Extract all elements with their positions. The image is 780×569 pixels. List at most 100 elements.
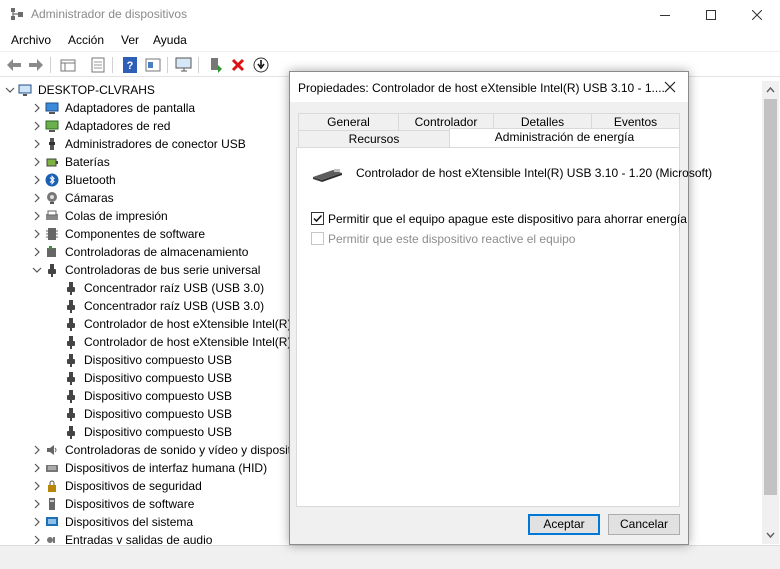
tree-row-concentrador-raiz-usb-usb-3-0-10[interactable]: Concentrador raíz USB (USB 3.0) — [0, 279, 290, 297]
uninstall-button[interactable] — [228, 55, 248, 75]
usb-plug-icon — [67, 372, 75, 385]
menu-ayuda[interactable]: Ayuda — [153, 33, 187, 47]
chevron-right-icon[interactable] — [32, 157, 42, 167]
chevron-right-icon[interactable] — [32, 175, 42, 185]
scan-hardware-button[interactable] — [174, 55, 194, 75]
toolbar-separator — [50, 57, 51, 73]
properties-sheet-button[interactable] — [88, 55, 108, 75]
status-bar — [0, 545, 780, 569]
tree-row-adaptadores-de-red-1[interactable]: Adaptadores de red — [0, 117, 290, 135]
dialog-title-bar: Propiedades: Controlador de host eXtensi… — [290, 72, 688, 102]
chevron-right-icon[interactable] — [32, 463, 42, 473]
tree-row-controladoras-de-bus-serie-universal-9[interactable]: Controladoras de bus serie universal — [0, 261, 290, 279]
chevron-right-icon[interactable] — [32, 193, 42, 203]
vertical-scrollbar[interactable] — [762, 81, 779, 544]
tree-row-componentes-de-software-7[interactable]: Componentes de software — [0, 225, 290, 243]
tree-row-dispositivo-compuesto-usb-14[interactable]: Dispositivo compuesto USB — [0, 351, 290, 369]
usb-plug-icon — [67, 390, 75, 403]
tab-general[interactable]: General — [298, 113, 399, 130]
tree-row-dispositivo-compuesto-usb-17[interactable]: Dispositivo compuesto USB — [0, 405, 290, 423]
tree-row-dispositivo-compuesto-usb-18[interactable]: Dispositivo compuesto USB — [0, 423, 290, 441]
tree-row-baterias-3[interactable]: Baterías — [0, 153, 290, 171]
toolbar-separator — [167, 57, 168, 73]
tree-item-label: Entradas y salidas de audio — [65, 533, 213, 544]
chevron-right-icon[interactable] — [32, 445, 42, 455]
chevron-right-icon[interactable] — [32, 481, 42, 491]
chevron-right-icon[interactable] — [32, 247, 42, 257]
tab-recursos[interactable]: Recursos — [298, 130, 450, 148]
chevron-right-icon[interactable] — [32, 103, 42, 113]
help-button[interactable]: ? — [120, 55, 140, 75]
tab-administracion-energia[interactable]: Administración de energía — [449, 128, 680, 147]
tree-item-label: Colas de impresión — [65, 209, 168, 223]
tree-row-dispositivo-compuesto-usb-15[interactable]: Dispositivo compuesto USB — [0, 369, 290, 387]
toolbar-separator — [112, 57, 113, 73]
menu-archivo[interactable]: Archivo — [11, 33, 51, 47]
forward-button[interactable] — [26, 55, 46, 75]
tree-row-controladoras-de-almacenamiento-8[interactable]: Controladoras de almacenamiento — [0, 243, 290, 261]
scan-monitor-icon — [175, 57, 192, 72]
download-driver-button[interactable] — [251, 55, 271, 75]
menu-ver[interactable]: Ver — [121, 33, 139, 47]
usb-plug-icon — [67, 300, 75, 313]
minimize-button[interactable] — [642, 0, 688, 30]
view-properties-button[interactable] — [143, 55, 163, 75]
allow-power-off-label[interactable]: Permitir que el equipo apague este dispo… — [328, 212, 687, 226]
chevron-right-icon[interactable] — [32, 517, 42, 527]
tree-row-dispositivos-de-seguridad-21[interactable]: Dispositivos de seguridad — [0, 477, 290, 495]
menu-accion[interactable]: Acción — [68, 33, 104, 47]
tree-row-dispositivos-de-interfaz-humana-hid-20[interactable]: Dispositivos de interfaz humana (HID) — [0, 459, 290, 477]
tree-row-controlador-de-host-extensible-intel-r-13[interactable]: Controlador de host eXtensible Intel(R) — [0, 333, 290, 351]
tree-row-camaras-5[interactable]: Cámaras — [0, 189, 290, 207]
usb-plug-icon — [67, 336, 75, 349]
chevron-right-icon[interactable] — [32, 121, 42, 131]
tree-item-label: Controladoras de almacenamiento — [65, 245, 249, 259]
chevron-down-icon[interactable] — [32, 265, 42, 275]
back-button[interactable] — [4, 55, 24, 75]
tree-row-dispositivos-de-software-22[interactable]: Dispositivos de software — [0, 495, 290, 513]
battery-icon — [46, 158, 58, 167]
chevron-right-icon[interactable] — [32, 499, 42, 509]
scroll-up-icon[interactable] — [766, 86, 775, 95]
close-button[interactable] — [734, 0, 780, 30]
scrollbar-thumb[interactable] — [764, 99, 777, 495]
properties-grid-icon — [60, 59, 76, 72]
properties-grid-button[interactable] — [58, 55, 78, 75]
tree-row-entradas-y-salidas-de-audio-24[interactable]: Entradas y salidas de audio — [0, 531, 290, 544]
tree-item-label: Adaptadores de pantalla — [65, 101, 196, 115]
tree-row-adaptadores-de-pantalla-0[interactable]: Adaptadores de pantalla — [0, 99, 290, 117]
window-title: Administrador de dispositivos — [31, 7, 188, 21]
ok-button[interactable]: Aceptar — [528, 514, 600, 535]
menu-bar: Archivo Acción Ver Ayuda — [0, 30, 780, 50]
chevron-right-icon[interactable] — [32, 229, 42, 239]
tree-item-label: Controladoras de sonido y vídeo y dispos… — [65, 443, 290, 457]
tree-row-concentrador-raiz-usb-usb-3-0-11[interactable]: Concentrador raíz USB (USB 3.0) — [0, 297, 290, 315]
tree-row-bluetooth-4[interactable]: Bluetooth — [0, 171, 290, 189]
chevron-right-icon[interactable] — [32, 139, 42, 149]
tree-item-label: Dispositivos de interfaz humana (HID) — [65, 461, 268, 475]
chevron-right-icon[interactable] — [32, 535, 42, 544]
tree-item-label: Dispositivos de software — [65, 497, 195, 511]
scroll-down-icon[interactable] — [766, 530, 775, 539]
update-driver-button[interactable] — [206, 55, 226, 75]
close-icon[interactable] — [662, 79, 678, 95]
tree-row-colas-de-impresion-6[interactable]: Colas de impresión — [0, 207, 290, 225]
maximize-button[interactable] — [688, 0, 734, 30]
chevron-right-icon[interactable] — [32, 211, 42, 221]
close-icon — [752, 10, 762, 20]
properties-dialog: Propiedades: Controlador de host eXtensi… — [289, 71, 712, 545]
tree-row-dispositivos-del-sistema-23[interactable]: Dispositivos del sistema — [0, 513, 290, 531]
tree-row-controladoras-de-sonido-y-video-y-dispositivos-de-juego-19[interactable]: Controladoras de sonido y vídeo y dispos… — [0, 441, 290, 459]
allow-power-off-checkbox[interactable] — [311, 212, 324, 225]
tree-row-root[interactable]: DESKTOP-CLVRAHS — [0, 81, 290, 99]
cancel-button[interactable]: Cancelar — [608, 514, 680, 535]
properties-sheet-icon — [91, 57, 105, 73]
chevron-down-icon[interactable] — [5, 85, 15, 95]
tree-row-controlador-de-host-extensible-intel-r-12[interactable]: Controlador de host eXtensible Intel(R) — [0, 315, 290, 333]
device-manager-icon — [11, 8, 23, 20]
download-driver-icon — [253, 57, 269, 73]
tree-row-dispositivo-compuesto-usb-16[interactable]: Dispositivo compuesto USB — [0, 387, 290, 405]
device-tree[interactable]: DESKTOP-CLVRAHS Adaptadores de pantalla Ad… — [0, 81, 290, 544]
security-device-icon — [48, 480, 56, 492]
tree-row-administradores-de-conector-usb-2[interactable]: Administradores de conector USB — [0, 135, 290, 153]
